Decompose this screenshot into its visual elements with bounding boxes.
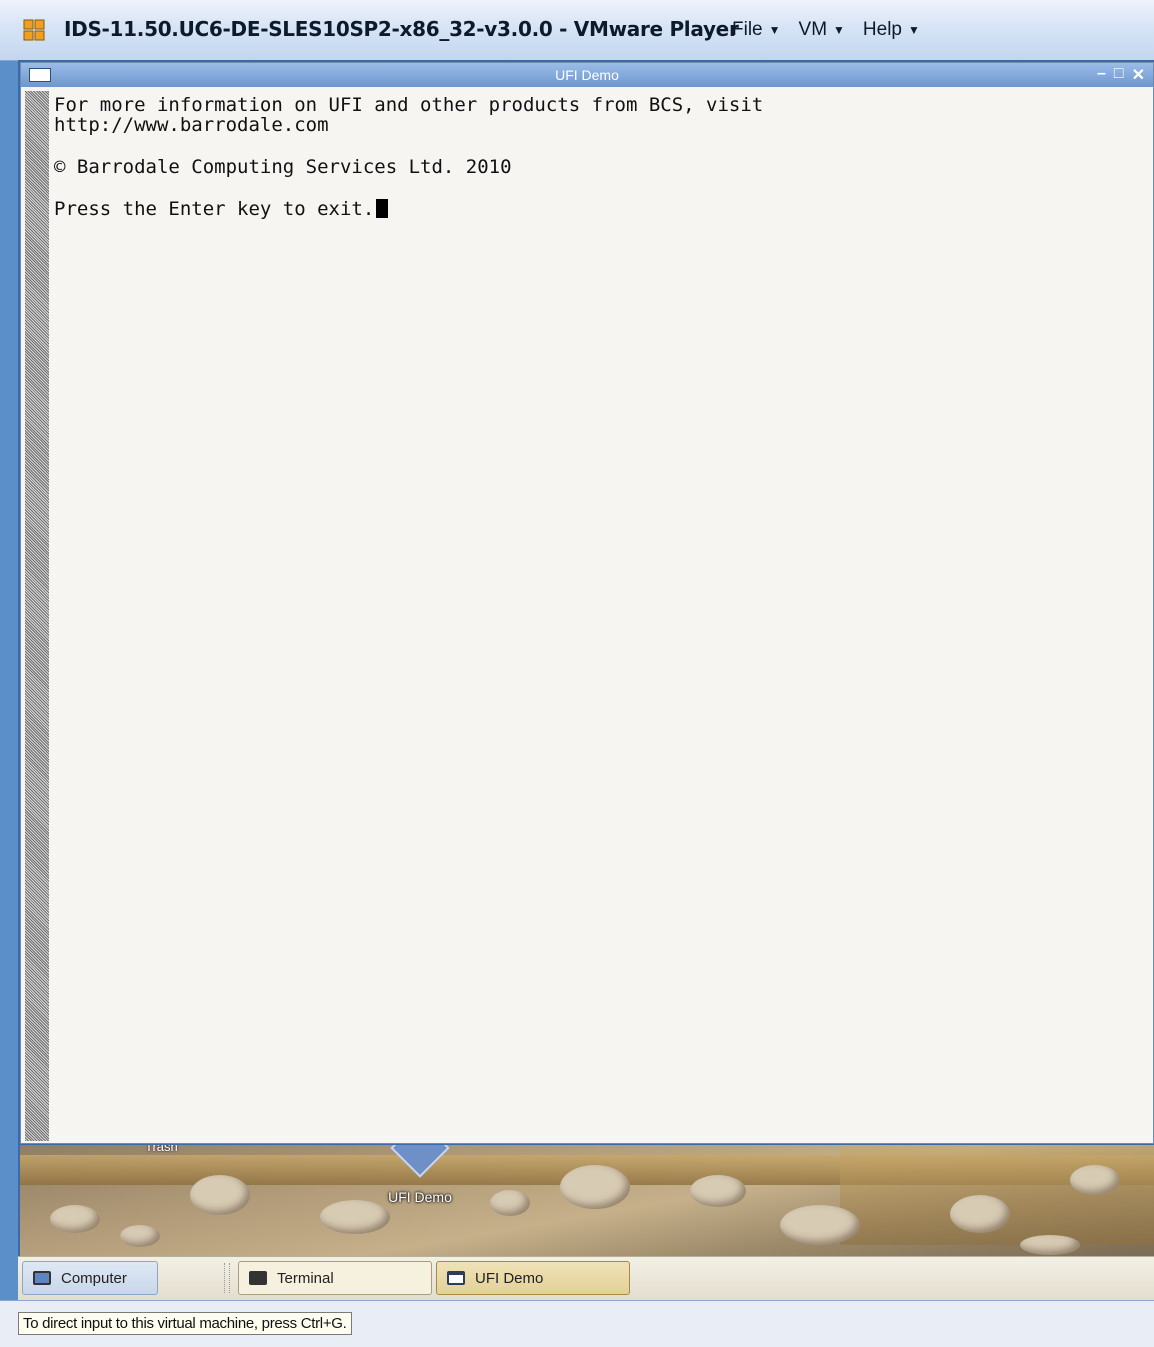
terminal-line: http://www.barrodale.com (54, 114, 329, 136)
desktop-icon-ufi-demo[interactable]: UFI Demo (380, 1145, 460, 1205)
window-icon (447, 1271, 465, 1285)
vmware-menubar: File ▼ VM ▼ Help ▼ (732, 19, 920, 41)
vmware-window-title: IDS-11.50.UC6-DE-SLES10SP2-x86_32-v3.0.0… (64, 17, 739, 41)
computer-menu-button[interactable]: Computer (22, 1261, 158, 1295)
desktop-icon-trash-label[interactable]: Trash (145, 1145, 178, 1154)
taskbar-item-label: Terminal (277, 1269, 334, 1287)
vmware-icon (23, 19, 45, 41)
taskbar: Computer Terminal UFI Demo (18, 1256, 1154, 1301)
terminal-line: © Barrodale Computing Services Ltd. 2010 (54, 156, 512, 178)
ufi-window-title: UFI Demo (555, 67, 619, 83)
menu-file[interactable]: File ▼ (732, 19, 781, 41)
terminal-line: For more information on UFI and other pr… (54, 94, 764, 116)
desktop-background[interactable]: Trash UFI Demo (20, 1145, 1154, 1256)
menu-help-label: Help (862, 19, 902, 40)
window-controls: – □ ✕ (1097, 65, 1145, 85)
ufi-demo-window[interactable]: UFI Demo – □ ✕ For more information on U… (20, 62, 1154, 1144)
computer-button-label: Computer (61, 1269, 127, 1287)
taskbar-item-ufi-demo[interactable]: UFI Demo (436, 1261, 630, 1295)
chevron-down-icon: ▼ (833, 23, 845, 37)
menu-file-label: File (732, 19, 763, 40)
chevron-down-icon: ▼ (768, 23, 781, 37)
maximize-icon[interactable]: □ (1114, 65, 1124, 85)
terminal-line: Press the Enter key to exit. (54, 198, 375, 220)
terminal-prompt-line: Press the Enter key to exit. (54, 199, 1147, 219)
close-icon[interactable]: ✕ (1132, 65, 1145, 85)
status-hint: To direct input to this virtual machine,… (18, 1312, 352, 1335)
ufi-window-titlebar[interactable]: UFI Demo – □ ✕ (21, 63, 1153, 87)
terminal-output[interactable]: For more information on UFI and other pr… (54, 95, 1147, 1137)
minimize-icon[interactable]: – (1097, 65, 1106, 85)
taskbar-item-label: UFI Demo (475, 1269, 544, 1287)
ufi-demo-icon (390, 1145, 450, 1178)
desktop-icon-label: UFI Demo (388, 1189, 452, 1205)
terminal-scrollbar[interactable] (25, 91, 49, 1141)
vmware-titlebar: IDS-11.50.UC6-DE-SLES10SP2-x86_32-v3.0.0… (0, 0, 1154, 61)
terminal-icon (249, 1271, 267, 1285)
taskbar-handle[interactable] (224, 1263, 230, 1293)
menu-vm-label: VM (798, 19, 828, 40)
menu-help[interactable]: Help ▼ (863, 19, 920, 41)
text-cursor (376, 199, 389, 218)
vmware-statusbar: To direct input to this virtual machine,… (0, 1300, 1154, 1347)
chevron-down-icon: ▼ (907, 23, 920, 37)
computer-icon (33, 1271, 51, 1285)
menu-vm[interactable]: VM ▼ (799, 19, 845, 41)
taskbar-item-terminal[interactable]: Terminal (238, 1261, 432, 1295)
